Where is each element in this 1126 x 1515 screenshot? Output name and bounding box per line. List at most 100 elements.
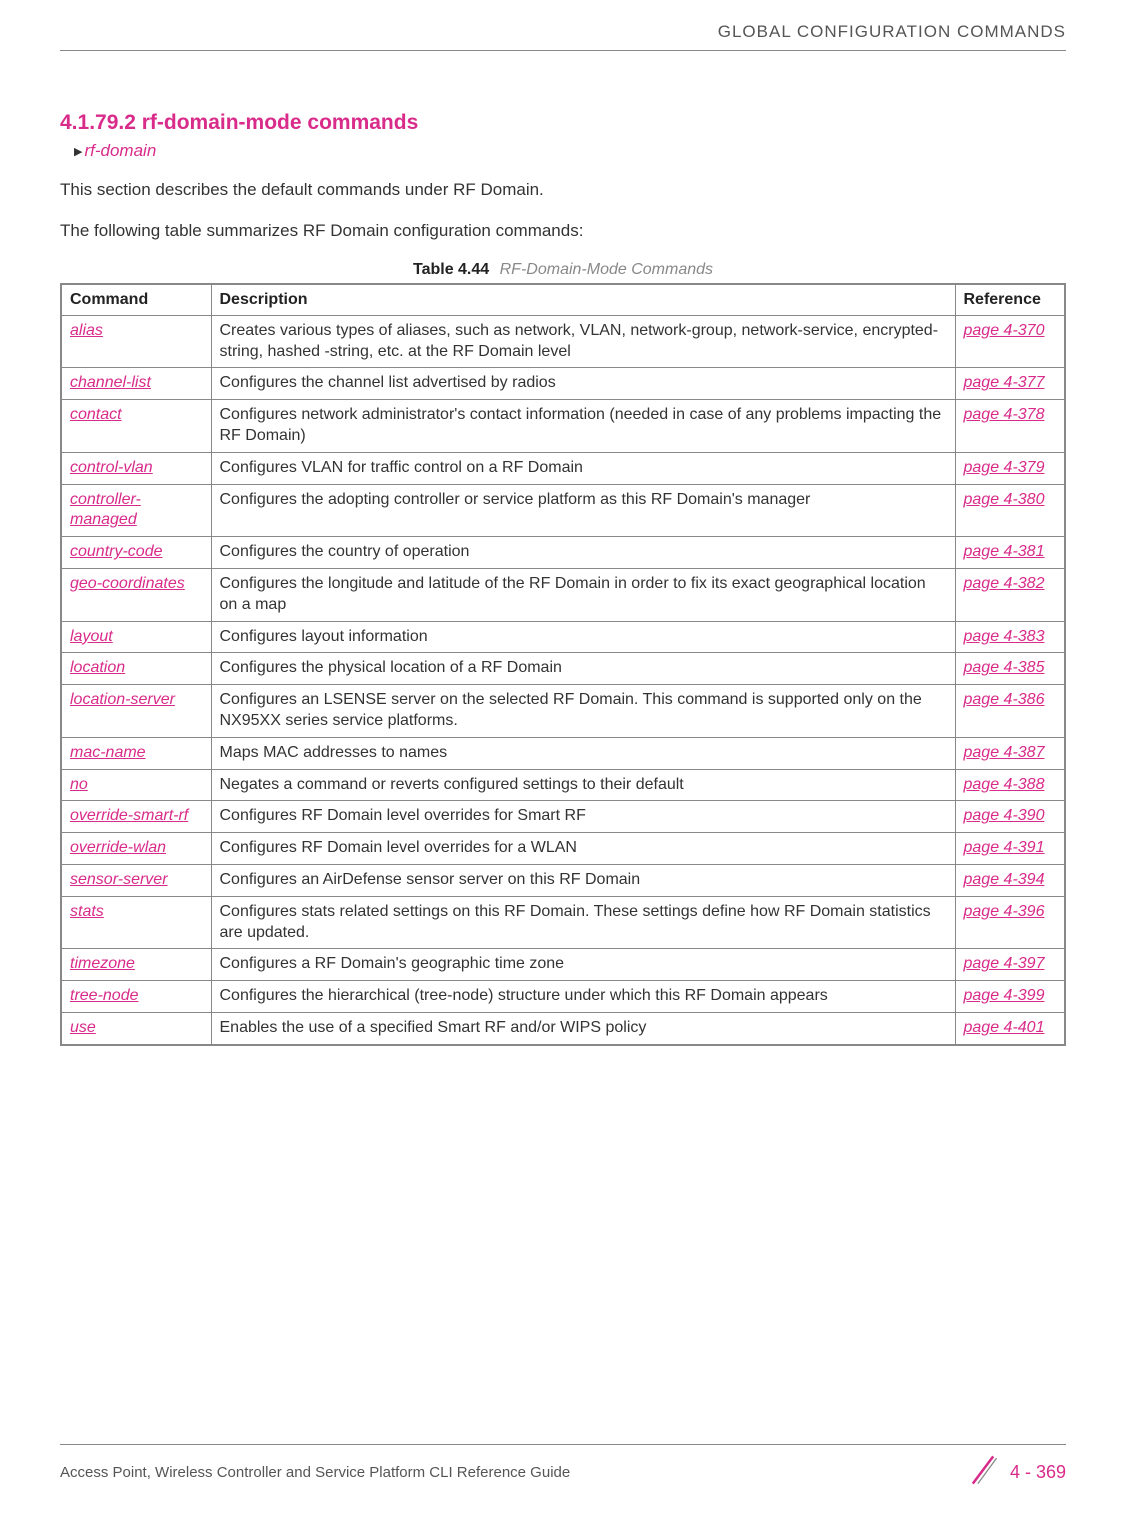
command-link[interactable]: control-vlan	[70, 459, 153, 476]
command-link[interactable]: sensor-server	[70, 871, 168, 888]
cell-command: no	[61, 769, 211, 801]
cell-command: alias	[61, 315, 211, 368]
page-reference-link[interactable]: page 4-399	[964, 987, 1045, 1004]
table-row: tree-nodeConfigures the hierarchical (tr…	[61, 981, 1065, 1013]
command-link[interactable]: override-wlan	[70, 839, 166, 856]
command-link[interactable]: no	[70, 776, 88, 793]
command-link[interactable]: contact	[70, 406, 122, 423]
command-link[interactable]: use	[70, 1019, 96, 1036]
page-reference-link[interactable]: page 4-394	[964, 871, 1045, 888]
cell-reference: page 4-390	[955, 801, 1065, 833]
cell-description: Enables the use of a specified Smart RF …	[211, 1013, 955, 1045]
cell-reference: page 4-383	[955, 621, 1065, 653]
cell-command: control-vlan	[61, 452, 211, 484]
cell-description: Configures layout information	[211, 621, 955, 653]
command-link[interactable]: location	[70, 659, 125, 676]
command-link[interactable]: country-code	[70, 543, 163, 560]
cell-reference: page 4-394	[955, 865, 1065, 897]
table-row: channel-listConfigures the channel list …	[61, 368, 1065, 400]
cell-command: geo-coordinates	[61, 569, 211, 622]
page-reference-link[interactable]: page 4-386	[964, 691, 1045, 708]
cell-description: Configures the physical location of a RF…	[211, 653, 955, 685]
cell-command: override-smart-rf	[61, 801, 211, 833]
cell-reference: page 4-397	[955, 949, 1065, 981]
page-reference-link[interactable]: page 4-382	[964, 575, 1045, 592]
page-reference-link[interactable]: page 4-388	[964, 776, 1045, 793]
table-caption-title: RF-Domain-Mode Commands	[500, 261, 713, 278]
page-reference-link[interactable]: page 4-385	[964, 659, 1045, 676]
cell-reference: page 4-370	[955, 315, 1065, 368]
cell-reference: page 4-386	[955, 685, 1065, 738]
table-row: control-vlanConfigures VLAN for traffic …	[61, 452, 1065, 484]
command-link[interactable]: override-smart-rf	[70, 807, 188, 824]
cell-command: tree-node	[61, 981, 211, 1013]
slash-icon	[966, 1453, 1000, 1491]
page-reference-link[interactable]: page 4-397	[964, 955, 1045, 972]
page-reference-link[interactable]: page 4-379	[964, 459, 1045, 476]
page-content: 4.1.79.2 rf-domain-mode commands ▶ rf-do…	[60, 51, 1066, 1046]
table-row: location-server Configures an LSENSE serv…	[61, 685, 1065, 738]
cell-reference: page 4-381	[955, 537, 1065, 569]
th-description: Description	[211, 284, 955, 316]
cell-description: Configures RF Domain level overrides for…	[211, 801, 955, 833]
page-reference-link[interactable]: page 4-383	[964, 628, 1045, 645]
page-reference-link[interactable]: page 4-381	[964, 543, 1045, 560]
triangle-right-icon: ▶	[74, 145, 82, 158]
cell-command: use	[61, 1013, 211, 1045]
command-link[interactable]: geo-coordinates	[70, 575, 185, 592]
footer-right: 4 - 369	[966, 1453, 1066, 1491]
command-link[interactable]: mac-name	[70, 744, 146, 761]
breadcrumb-link[interactable]: rf-domain	[84, 141, 156, 161]
cell-reference: page 4-378	[955, 400, 1065, 453]
page-reference-link[interactable]: page 4-401	[964, 1019, 1045, 1036]
page-footer: Access Point, Wireless Controller and Se…	[60, 1444, 1066, 1491]
table-row: aliasCreates various types of aliases, s…	[61, 315, 1065, 368]
table-row: timezoneConfigures a RF Domain's geograp…	[61, 949, 1065, 981]
cell-command: channel-list	[61, 368, 211, 400]
command-link[interactable]: controller-managed	[70, 491, 141, 529]
th-command: Command	[61, 284, 211, 316]
cell-description: Configures the longitude and latitude of…	[211, 569, 955, 622]
cell-reference: page 4-396	[955, 896, 1065, 949]
command-link[interactable]: stats	[70, 903, 104, 920]
page-reference-link[interactable]: page 4-396	[964, 903, 1045, 920]
breadcrumb: ▶ rf-domain	[74, 141, 1066, 161]
command-link[interactable]: tree-node	[70, 987, 139, 1004]
command-link[interactable]: alias	[70, 322, 103, 339]
table-row: location Configures the physical location…	[61, 653, 1065, 685]
table-row: geo-coordinates Configures the longitude …	[61, 569, 1065, 622]
page-reference-link[interactable]: page 4-387	[964, 744, 1045, 761]
cell-command: location-server	[61, 685, 211, 738]
command-link[interactable]: timezone	[70, 955, 135, 972]
table-row: sensor-serverConfigures an AirDefense se…	[61, 865, 1065, 897]
cell-description: Configures RF Domain level overrides for…	[211, 833, 955, 865]
table-row: mac-name Maps MAC addresses to names page …	[61, 737, 1065, 769]
page-reference-link[interactable]: page 4-391	[964, 839, 1045, 856]
cell-description: Maps MAC addresses to names	[211, 737, 955, 769]
th-reference: Reference	[955, 284, 1065, 316]
page-reference-link[interactable]: page 4-390	[964, 807, 1045, 824]
commands-table: Command Description Reference aliasCreat…	[60, 283, 1066, 1046]
section-heading: 4.1.79.2 rf-domain-mode commands	[60, 111, 1066, 135]
table-header-row: Command Description Reference	[61, 284, 1065, 316]
cell-reference: page 4-382	[955, 569, 1065, 622]
command-link[interactable]: location-server	[70, 691, 175, 708]
cell-command: override-wlan	[61, 833, 211, 865]
cell-command: contact	[61, 400, 211, 453]
cell-reference: page 4-388	[955, 769, 1065, 801]
command-link[interactable]: layout	[70, 628, 113, 645]
page-reference-link[interactable]: page 4-377	[964, 374, 1045, 391]
cell-description: Negates a command or reverts configured …	[211, 769, 955, 801]
page-reference-link[interactable]: page 4-380	[964, 491, 1045, 508]
cell-reference: page 4-385	[955, 653, 1065, 685]
cell-description: Configures an LSENSE server on the selec…	[211, 685, 955, 738]
intro-paragraph-2: The following table summarizes RF Domain…	[60, 220, 1066, 243]
cell-reference: page 4-401	[955, 1013, 1065, 1045]
cell-description: Configures network administrator's conta…	[211, 400, 955, 453]
cell-reference: page 4-399	[955, 981, 1065, 1013]
cell-reference: page 4-377	[955, 368, 1065, 400]
page-reference-link[interactable]: page 4-370	[964, 322, 1045, 339]
command-link[interactable]: channel-list	[70, 374, 151, 391]
page-reference-link[interactable]: page 4-378	[964, 406, 1045, 423]
cell-description: Configures the country of operation	[211, 537, 955, 569]
